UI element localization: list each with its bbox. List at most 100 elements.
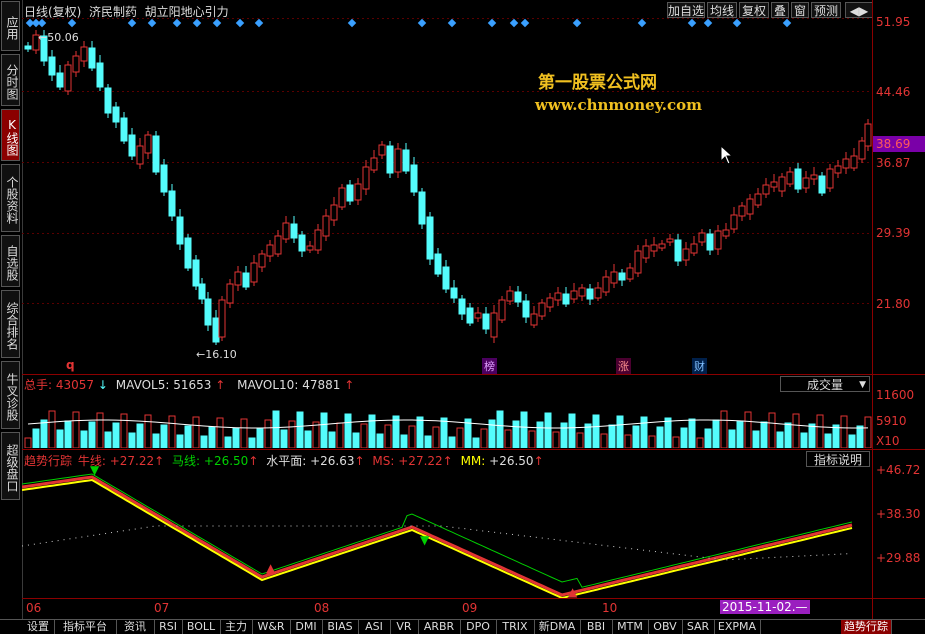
ma-button[interactable]: 均线 [707, 2, 737, 18]
volume-bar [696, 437, 704, 448]
candle-body [274, 235, 282, 255]
tab-sar[interactable]: SAR [682, 620, 715, 634]
candle-body [258, 253, 266, 268]
expand-arrow-icon[interactable]: ◀▶ [845, 2, 873, 18]
tab-w-r[interactable]: W&R [252, 620, 291, 634]
candle-body [176, 216, 184, 245]
tab-dmi[interactable]: DMI [290, 620, 323, 634]
sidebar-item-intraday[interactable]: 分时图 [1, 54, 20, 106]
tab-指标平台[interactable]: 指标平台 [54, 620, 117, 634]
bang-marker[interactable]: 榜 [482, 358, 497, 374]
tab-mtm[interactable]: MTM [612, 620, 649, 634]
tab-设置[interactable]: 设置 [22, 620, 55, 634]
indicator-explain-button[interactable]: 指标说明 [806, 451, 870, 467]
volume-bar [808, 423, 816, 448]
tab-主力[interactable]: 主力 [220, 620, 253, 634]
candle-body [96, 62, 104, 88]
tab-arbr[interactable]: ARBR [418, 620, 461, 634]
candlestick-chart[interactable] [22, 18, 872, 374]
chart-title-bar: 日线(复权) 济民制药 胡立阳地心引力 加自选 均线 复权 叠 窗 预测 ◀▶ [22, 0, 925, 20]
signal-diamond-icon [572, 18, 582, 28]
sidebar-item-level2[interactable]: 超级盘口 [1, 432, 20, 500]
volume-bar [528, 430, 536, 448]
candle-body [778, 176, 786, 192]
volume-bar [664, 417, 672, 448]
candle-body [466, 307, 474, 324]
volume-bar [200, 435, 208, 448]
volume-bar [336, 422, 344, 448]
volume-bar [80, 430, 88, 448]
volume-indicator-select[interactable]: 成交量 ▼ [780, 376, 870, 392]
current-price-badge: 38.69 [873, 136, 925, 152]
candle-body [434, 253, 442, 275]
window-button[interactable]: 窗 [791, 2, 809, 18]
candle-body [522, 300, 530, 318]
volume-bar [328, 431, 336, 448]
candle-body [506, 290, 514, 302]
sidebar-item-kline[interactable]: K线图 [1, 109, 20, 161]
adjust-button[interactable]: 复权 [739, 2, 769, 18]
candle-body [112, 106, 120, 123]
volume-chart[interactable] [22, 392, 872, 448]
signal-diamond-icon [732, 18, 742, 28]
candle-body [562, 293, 570, 305]
sidebar-item-app[interactable]: 应用 [1, 1, 20, 51]
tab-expma[interactable]: EXPMA [714, 620, 761, 634]
volume-bar [208, 426, 216, 448]
volume-bar [856, 425, 864, 448]
volume-bar [192, 416, 200, 448]
candle-body [152, 135, 160, 173]
tab-trix[interactable]: TRIX [496, 620, 535, 634]
candle-body [746, 198, 754, 215]
tab-新dma[interactable]: 新DMA [534, 620, 581, 634]
high-price-label: ←50.06 [38, 31, 79, 44]
zhang-marker[interactable]: 涨 [616, 358, 631, 374]
candle-body [184, 237, 192, 269]
tab-asi[interactable]: ASI [358, 620, 391, 634]
price-tick-36.87: 36.87 [876, 156, 911, 170]
volume-tick-11600: 11600 [876, 388, 915, 402]
tab-dpo[interactable]: DPO [460, 620, 497, 634]
signal-arrow-icon: ▼ [420, 533, 430, 547]
volume-bar [800, 432, 808, 448]
sidebar-item-stock-info[interactable]: 个股资料 [1, 164, 20, 232]
tab-趋势行踪[interactable]: 趋势行踪 [841, 620, 892, 634]
signal-diamond-icon [37, 18, 47, 28]
tab-boll[interactable]: BOLL [182, 620, 221, 634]
volume-bar [760, 421, 768, 448]
tab-rsi[interactable]: RSI [154, 620, 183, 634]
cai-marker[interactable]: 财 [692, 358, 707, 374]
volume-bar [480, 428, 488, 448]
volume-bar [704, 428, 712, 448]
watermark-title: 第一股票公式网 [538, 73, 657, 93]
sidebar-item-watchlist[interactable]: 自选股 [1, 235, 20, 287]
candle-body [80, 46, 88, 62]
tab-bias[interactable]: BIAS [322, 620, 359, 634]
volume-bar [320, 412, 328, 448]
volume-bar [216, 417, 224, 448]
tab-obv[interactable]: OBV [648, 620, 683, 634]
volume-bar [376, 433, 384, 448]
candle-body [850, 155, 858, 169]
overlay-button[interactable]: 叠 [771, 2, 789, 18]
candle-body [218, 299, 226, 338]
candle-body [690, 243, 698, 254]
tab-vr[interactable]: VR [390, 620, 419, 634]
pane-divider-2 [22, 449, 925, 450]
sidebar-item-diagnosis[interactable]: 牛叉诊股 [1, 361, 20, 429]
volume-bar [448, 436, 456, 448]
signal-diamond-icon [254, 18, 264, 28]
add-watchlist-button[interactable]: 加自选 [667, 2, 705, 18]
sidebar-item-ranking[interactable]: 综合排名 [1, 290, 20, 358]
candle-body [642, 245, 650, 259]
candle-body [482, 313, 490, 330]
volume-bar [32, 428, 40, 448]
month-label-09: 09 [462, 601, 478, 615]
tab-bbi[interactable]: BBI [580, 620, 613, 634]
tab-资讯[interactable]: 资讯 [116, 620, 155, 634]
candle-body [674, 239, 682, 262]
forecast-button[interactable]: 预测 [811, 2, 841, 18]
candle-body [168, 190, 176, 217]
volume-bar [632, 425, 640, 448]
trend-indicator-chart[interactable]: ▼ ▲ ▼ ▲ [22, 466, 872, 598]
